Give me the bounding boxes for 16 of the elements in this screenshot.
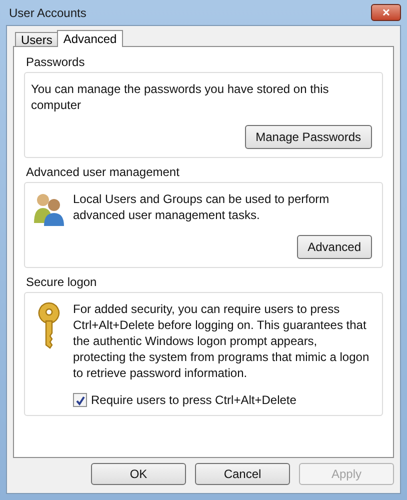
group-button[interactable]: Advanced bbox=[296, 235, 372, 259]
tab[interactable]: Advanced bbox=[57, 30, 123, 47]
dialog-button[interactable]: OK bbox=[91, 463, 186, 485]
description-text: You can manage the passwords you have stored on this computer bbox=[31, 81, 330, 113]
group-title: Secure logon bbox=[25, 275, 98, 289]
users-icon bbox=[32, 191, 66, 227]
group-title: Advanced user management bbox=[25, 165, 180, 179]
dialog-button[interactable]: Cancel bbox=[195, 463, 290, 485]
checkbox[interactable] bbox=[73, 393, 87, 407]
description-text: Local Users and Groups can be used to perform advanced user management tasks. bbox=[73, 191, 330, 223]
group-button[interactable]: Manage Passwords bbox=[244, 125, 372, 149]
description-text: For added security, you can require users to press Ctrl+Alt+Delete before logging on. This guarantees that the authentic Windows logon prompt appears, protecting the system from programs that mimic a logon to retrieve password information. bbox=[73, 301, 370, 381]
tab[interactable]: Users bbox=[15, 32, 58, 46]
window-title: User Accounts bbox=[8, 6, 86, 20]
group-title: Passwords bbox=[25, 55, 86, 69]
checkbox-label: Require users to press Ctrl+Alt+Delete bbox=[91, 393, 296, 407]
